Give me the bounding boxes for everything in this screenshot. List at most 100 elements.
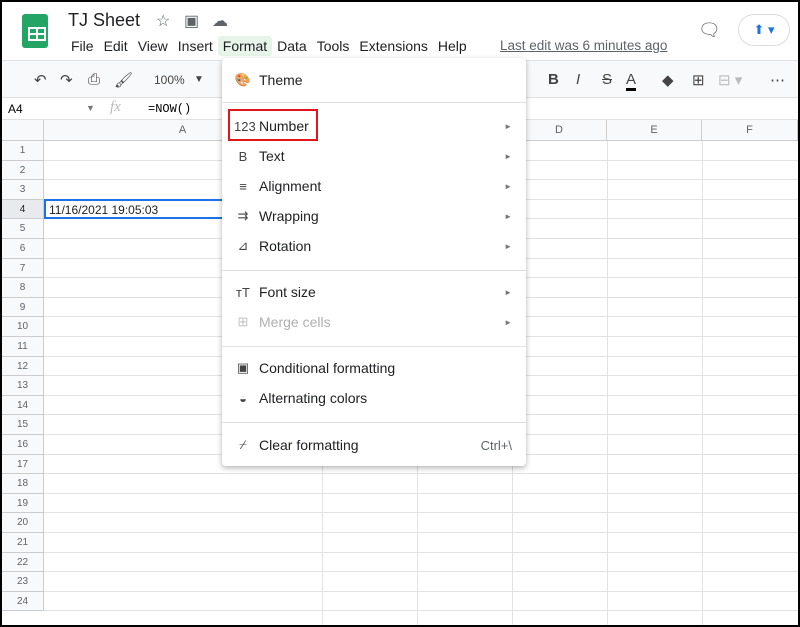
row-header-19[interactable]: 19: [2, 493, 44, 514]
menu-item-label: Text: [259, 148, 285, 164]
merge-icon[interactable]: ⊟ ▾: [718, 71, 742, 89]
menu-item-alternating-colors[interactable]: ◒ Alternating colors: [222, 384, 526, 412]
print-icon[interactable]: ⎙: [88, 71, 100, 88]
conditional-format-icon: ▣: [236, 360, 250, 375]
row-header-23[interactable]: 23: [2, 572, 44, 592]
row-header-20[interactable]: 20: [2, 513, 44, 533]
share-button[interactable]: ⬆ ▾: [738, 14, 790, 46]
column-header-E[interactable]: E: [607, 120, 702, 141]
merge-icon: ⊞: [237, 314, 249, 329]
grid-row[interactable]: [44, 592, 798, 612]
row-header-21[interactable]: 21: [2, 533, 44, 553]
menu-item-label: Merge cells: [259, 314, 331, 330]
menubar: File Edit View Insert Format Data Tools …: [66, 36, 472, 56]
rotation-icon: ⊿: [237, 238, 249, 253]
clear-format-icon: ⌿: [239, 437, 247, 452]
row-header-18[interactable]: 18: [2, 474, 44, 494]
paint-format-icon[interactable]: 🖌: [114, 71, 133, 89]
row-header-16[interactable]: 16: [2, 435, 44, 455]
row-header-6[interactable]: 6: [2, 239, 44, 259]
grid-row[interactable]: [44, 513, 798, 533]
menu-item-font-size[interactable]: тT Font size ►: [222, 278, 526, 306]
menu-item-rotation[interactable]: ⊿ Rotation ►: [222, 232, 526, 260]
menu-item-label: Alignment: [259, 178, 322, 194]
align-icon: ≡: [239, 178, 247, 194]
menu-extensions[interactable]: Extensions: [354, 36, 432, 56]
row-header-4[interactable]: 4: [2, 199, 44, 220]
undo-icon[interactable]: ↶: [34, 71, 47, 89]
menu-item-label: Conditional formatting: [259, 360, 396, 376]
grid-row[interactable]: [44, 553, 798, 573]
menu-item-label: Alternating colors: [259, 390, 368, 406]
fill-color-icon[interactable]: ◆: [662, 71, 674, 89]
column-header-F[interactable]: F: [702, 120, 798, 141]
submenu-arrow-icon: ►: [504, 121, 512, 131]
menu-item-label: Wrapping: [259, 208, 319, 224]
row-header-7[interactable]: 7: [2, 258, 44, 279]
bold-icon[interactable]: B: [548, 71, 559, 88]
sheets-window: TJ Sheet ☆ ▣ ☁ File Edit View Insert For…: [2, 2, 798, 625]
upload-icon: ⬆ ▾: [753, 22, 775, 37]
grid-row[interactable]: [44, 494, 798, 514]
row-header-17[interactable]: 17: [2, 454, 44, 475]
select-all-corner[interactable]: [2, 120, 44, 141]
grid-row[interactable]: [44, 533, 798, 553]
menu-item-alignment[interactable]: ≡ Alignment ►: [222, 172, 526, 200]
cloud-status-icon[interactable]: ☁: [212, 11, 228, 31]
menu-data[interactable]: Data: [272, 36, 312, 56]
row-header-2[interactable]: 2: [2, 160, 44, 181]
move-folder-icon[interactable]: ▣: [184, 11, 199, 31]
menu-tools[interactable]: Tools: [312, 36, 355, 56]
name-box[interactable]: A4: [8, 102, 23, 116]
star-icon[interactable]: ☆: [156, 11, 170, 31]
menu-format[interactable]: Format: [217, 36, 273, 56]
formula-input[interactable]: =NOW(): [148, 102, 191, 116]
submenu-arrow-icon: ►: [504, 151, 512, 161]
submenu-arrow-icon: ►: [504, 181, 512, 191]
fx-icon: fx: [110, 99, 121, 115]
comment-icon[interactable]: 🗨: [698, 20, 721, 41]
row-header-24[interactable]: 24: [2, 591, 44, 612]
menu-divider: [222, 346, 526, 347]
sheets-logo[interactable]: [22, 14, 48, 48]
row-header-22[interactable]: 22: [2, 552, 44, 573]
redo-icon[interactable]: ↷: [60, 71, 73, 89]
row-header-15[interactable]: 15: [2, 415, 44, 435]
shortcut-label: Ctrl+\: [480, 437, 512, 453]
row-header-10[interactable]: 10: [2, 317, 44, 337]
row-header-11[interactable]: 11: [2, 337, 44, 357]
menu-item-conditional-formatting[interactable]: ▣ Conditional formatting: [222, 354, 526, 382]
doc-title[interactable]: TJ Sheet: [68, 10, 140, 31]
chevron-down-icon[interactable]: ▼: [194, 74, 204, 85]
row-header-1[interactable]: 1: [2, 141, 44, 161]
chevron-down-icon[interactable]: ▼: [86, 103, 95, 113]
more-icon[interactable]: ⋯: [770, 71, 785, 89]
row-header-12[interactable]: 12: [2, 356, 44, 377]
row-header-8[interactable]: 8: [2, 278, 44, 298]
menu-item-text[interactable]: B Text ►: [222, 142, 526, 170]
column-header-D[interactable]: D: [512, 120, 607, 141]
menu-insert[interactable]: Insert: [173, 36, 218, 56]
font-size-icon: тT: [236, 284, 250, 300]
menu-edit[interactable]: Edit: [99, 36, 133, 56]
row-header-13[interactable]: 13: [2, 376, 44, 396]
grid-row[interactable]: [44, 572, 798, 592]
row-header-14[interactable]: 14: [2, 395, 44, 416]
menu-view[interactable]: View: [133, 36, 173, 56]
text-color-icon[interactable]: A: [626, 71, 637, 91]
menu-help[interactable]: Help: [433, 36, 472, 56]
strikethrough-icon[interactable]: S: [602, 71, 612, 88]
menu-item-clear-formatting[interactable]: ⌿ Clear formatting Ctrl+\: [222, 431, 526, 459]
menu-file[interactable]: File: [66, 36, 99, 56]
menu-divider: [222, 270, 526, 271]
row-header-5[interactable]: 5: [2, 219, 44, 239]
row-header-3[interactable]: 3: [2, 180, 44, 200]
row-header-9[interactable]: 9: [2, 297, 44, 318]
zoom-select[interactable]: 100%: [154, 73, 185, 87]
menu-item-theme[interactable]: 🎨 Theme: [222, 66, 526, 94]
grid-row[interactable]: [44, 474, 798, 494]
last-edit-link[interactable]: Last edit was 6 minutes ago: [500, 38, 667, 53]
italic-icon[interactable]: I: [576, 71, 580, 88]
menu-item-wrapping[interactable]: ⇉ Wrapping ►: [222, 202, 526, 230]
borders-icon[interactable]: ⊞: [692, 71, 705, 89]
